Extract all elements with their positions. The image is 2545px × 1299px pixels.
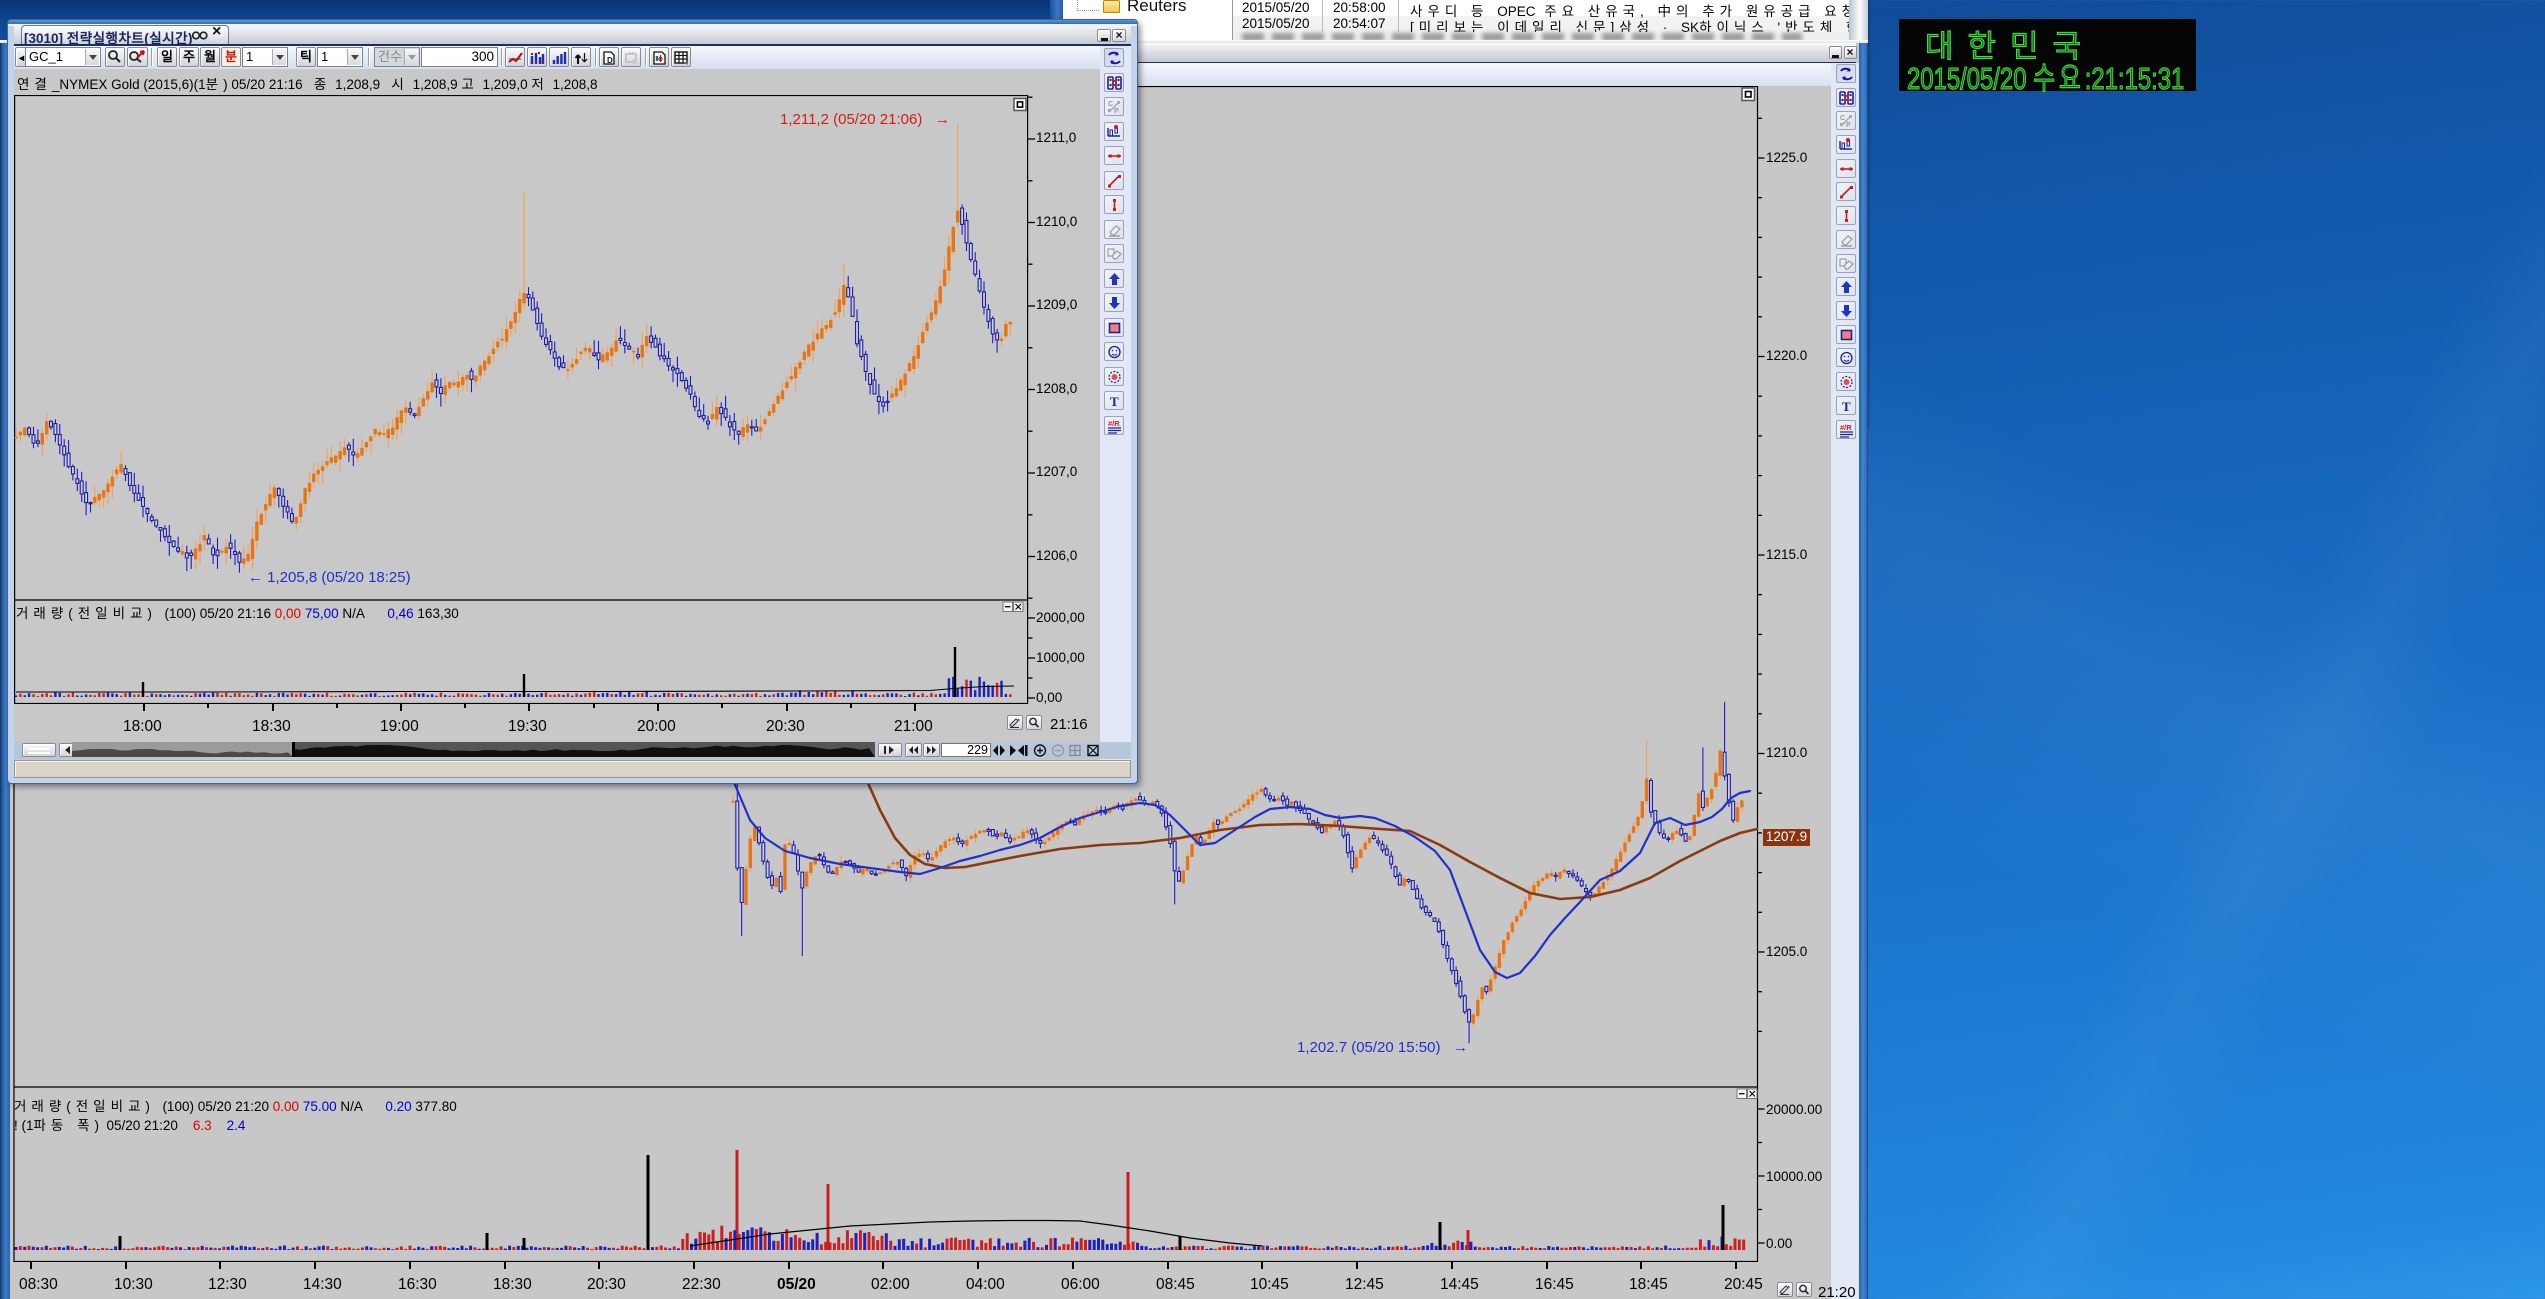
svg-text:P: P [1114, 108, 1119, 115]
svg-text:#/R: #/R [1840, 423, 1852, 432]
svg-text:#/R: #/R [1108, 419, 1120, 428]
svg-text:D: D [607, 56, 613, 65]
svg-text:C: C [1840, 115, 1845, 122]
svg-text:T: T [1842, 399, 1851, 414]
svg-text:C: C [1108, 101, 1113, 108]
svg-text:T: T [1110, 394, 1119, 409]
svg-text:P: P [1846, 122, 1851, 129]
